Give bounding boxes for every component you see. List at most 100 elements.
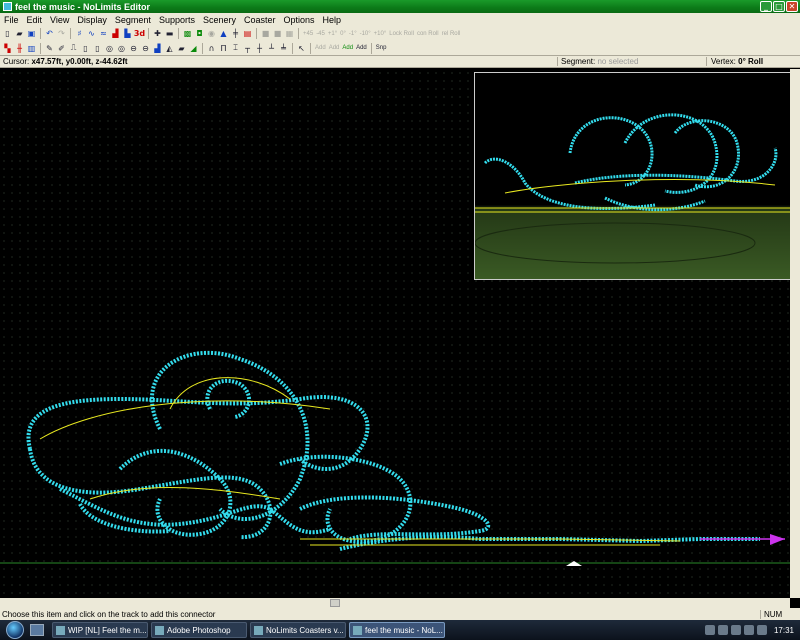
camera-icon[interactable]: ◉ — [206, 28, 217, 39]
menu-help[interactable]: Help — [319, 15, 346, 25]
menu-options[interactable]: Options — [280, 15, 319, 25]
roll-minus45-button[interactable]: -45 — [315, 28, 326, 39]
taskbar-item[interactable]: Adobe Photoshop — [151, 622, 247, 638]
task-label: Adobe Photoshop — [167, 625, 231, 635]
new-file-icon[interactable]: ▯ — [2, 28, 13, 39]
block-icon[interactable]: ▚ — [2, 43, 13, 54]
grey-box-2-icon[interactable]: ■ — [272, 28, 283, 39]
lock-roll-button[interactable]: Lock Roll — [388, 28, 415, 39]
track-loop — [118, 448, 233, 537]
roll-minus10-button[interactable]: -10° — [359, 28, 372, 39]
3d-preview-panel[interactable] — [474, 72, 792, 280]
brake-icon[interactable]: ╫ — [14, 43, 25, 54]
pointer-icon[interactable]: ↖ — [296, 43, 307, 54]
wave-track-2-icon[interactable]: ≈ — [98, 28, 109, 39]
network-icon[interactable] — [743, 625, 754, 635]
open-folder-icon[interactable]: ▰ — [14, 28, 25, 39]
film-icon[interactable]: ▤ — [242, 28, 253, 39]
arch-2-icon[interactable]: Π — [218, 43, 229, 54]
tray-icon[interactable] — [717, 625, 728, 635]
terrain-icon[interactable]: ▩ — [182, 28, 193, 39]
support-icon[interactable]: ┬ — [242, 43, 253, 54]
vertex-value: 0° Roll — [738, 57, 764, 66]
wave-track-icon[interactable]: ∿ — [86, 28, 97, 39]
status-bar: Choose this item and click on the track … — [0, 608, 800, 620]
quicklaunch-icon[interactable] — [30, 624, 44, 636]
separator — [370, 42, 372, 54]
pillar-2-icon[interactable]: ▯ — [92, 43, 103, 54]
add-button-4[interactable]: Add — [355, 43, 368, 54]
pyramid-icon[interactable]: ▲ — [218, 28, 229, 39]
support-4-icon[interactable]: ╧ — [278, 43, 289, 54]
support-2-icon[interactable]: ┼ — [254, 43, 265, 54]
threed-view-button[interactable]: 3d — [134, 28, 145, 39]
ring-icon[interactable]: ◎ — [104, 43, 115, 54]
scroll-thumb[interactable] — [330, 599, 340, 607]
menu-view[interactable]: View — [46, 15, 73, 25]
rel-roll-button[interactable]: rel Roll — [441, 28, 462, 39]
roll-minus1-button[interactable]: -1° — [348, 28, 358, 39]
menu-edit[interactable]: Edit — [23, 15, 47, 25]
snap-button[interactable]: Snp — [375, 43, 388, 54]
menu-file[interactable]: File — [0, 15, 23, 25]
taskbar-item[interactable]: WIP [NL] Feel the m... — [52, 622, 148, 638]
taskbar-item-active[interactable]: feel the music - NoL... — [349, 622, 445, 638]
tray-icon[interactable] — [730, 625, 741, 635]
close-button[interactable]: ✕ — [786, 1, 798, 12]
train-icon[interactable]: ▟ — [110, 28, 121, 39]
separator — [178, 28, 179, 39]
maximize-button[interactable]: □ — [773, 1, 785, 12]
con-roll-button[interactable]: con Roll — [416, 28, 440, 39]
arch-icon[interactable]: ∩ — [206, 43, 217, 54]
menu-scenery[interactable]: Scenery — [199, 15, 240, 25]
menu-coaster[interactable]: Coaster — [240, 15, 280, 25]
taskbar-item[interactable]: NoLimits Coasters v... — [250, 622, 346, 638]
station-2-icon[interactable]: ▟ — [152, 43, 163, 54]
lift-icon[interactable]: ◭ — [164, 43, 175, 54]
clock[interactable]: 17:31 — [774, 626, 794, 635]
roll-plus1-button[interactable]: +1° — [327, 28, 338, 39]
separator — [40, 42, 41, 54]
grid-track-icon[interactable]: ♯ — [74, 28, 85, 39]
start-button[interactable] — [6, 621, 24, 639]
task-label: WIP [NL] Feel the m... — [68, 625, 147, 635]
shape-icon[interactable]: ▰ — [176, 43, 187, 54]
volume-icon[interactable] — [756, 625, 767, 635]
bridge-icon[interactable]: ⌶ — [230, 43, 241, 54]
save-icon[interactable]: ▣ — [26, 28, 37, 39]
tool-icon[interactable]: ╪ — [230, 28, 241, 39]
undo-icon[interactable]: ↶ — [44, 28, 55, 39]
pencil-2-icon[interactable]: ✐ — [56, 43, 67, 54]
ring-4-icon[interactable]: ⊖ — [140, 43, 151, 54]
add-connector-button[interactable]: Add — [341, 43, 354, 54]
redo-icon[interactable]: ↷ — [56, 28, 67, 39]
station-icon[interactable]: ▙ — [122, 28, 133, 39]
menu-display[interactable]: Display — [73, 15, 111, 25]
vertical-scrollbar[interactable] — [790, 69, 800, 598]
support-3-icon[interactable]: ┴ — [266, 43, 277, 54]
tray-icon[interactable] — [704, 625, 715, 635]
flag-icon[interactable]: ◢ — [188, 43, 199, 54]
pencil-icon[interactable]: ✎ — [44, 43, 55, 54]
ring-3-icon[interactable]: ⊖ — [128, 43, 139, 54]
roll-plus10-button[interactable]: +10° — [373, 28, 388, 39]
separator — [298, 28, 299, 39]
remove-vertex-icon[interactable]: ▬ — [164, 28, 175, 39]
signal-icon[interactable]: ◘ — [194, 28, 205, 39]
grey-box-3-icon[interactable]: ▦ — [284, 28, 295, 39]
roll-plus45-button[interactable]: +45 — [302, 28, 314, 39]
minimize-button[interactable]: _ — [760, 1, 772, 12]
ring-2-icon[interactable]: ◎ — [116, 43, 127, 54]
roll-zero-button[interactable]: 0° — [339, 28, 347, 39]
transfer-icon[interactable]: ▥ — [26, 43, 37, 54]
add-vertex-icon[interactable]: ✚ — [152, 28, 163, 39]
pillar-icon[interactable]: ▯ — [80, 43, 91, 54]
add-button-2[interactable]: Add — [328, 43, 341, 54]
preview-drawing — [475, 113, 791, 264]
beam-icon[interactable]: ⎍ — [68, 43, 79, 54]
menu-supports[interactable]: Supports — [155, 15, 199, 25]
grey-box-icon[interactable]: ■ — [260, 28, 271, 39]
menu-segment[interactable]: Segment — [111, 15, 155, 25]
add-button-1[interactable]: Add — [314, 43, 327, 54]
horizontal-scrollbar[interactable] — [0, 598, 790, 608]
